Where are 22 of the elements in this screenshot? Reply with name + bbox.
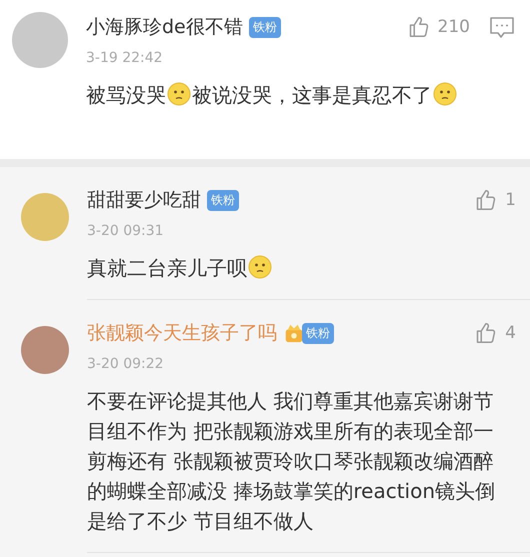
fan-badge: 铁粉 [207,190,239,210]
timestamp: 3-20 09:31 [87,223,165,239]
fan-badge: 铁粉 [302,322,334,344]
username[interactable]: 小海豚珍de很不错 [86,14,243,40]
like-button[interactable]: 1 [471,187,516,213]
timestamp: 3-20 09:22 [87,356,165,372]
avatar-placeholder [21,193,69,241]
comment-text: 真就二台亲儿子呗 [87,256,247,280]
comment-text: 被说没哭，这事是真忍不了 [192,83,432,107]
avatar-placeholder [21,326,69,374]
comment-icon[interactable] [488,14,516,40]
emoji-face-icon [167,82,191,106]
comment-text: 被骂没哭 [86,83,166,107]
emoji-face-icon [433,82,457,106]
emoji-face-icon [248,255,272,279]
timestamp: 3-19 22:42 [86,50,164,66]
comment-text: 不要在评论提其他人 我们尊重其他嘉宾谢谢节目组不作为 把张靓颖游戏里所有的表现全部一剪梅还有 张靓颖被贾玲吹口琴张靓颖改编酒醉的蝴蝶全部减没 捧场鼓掌笑的reaction镜头倒是给了不少 节目组不做人 [87,389,496,533]
like-button[interactable]: 210 [404,14,470,40]
username[interactable]: 张靓颖今天生孩子了吗 [87,320,277,346]
fan-badge: 铁粉 [248,16,281,38]
username[interactable]: 甜甜要少吃甜 [87,187,201,213]
like-button[interactable]: 4 [471,320,516,346]
